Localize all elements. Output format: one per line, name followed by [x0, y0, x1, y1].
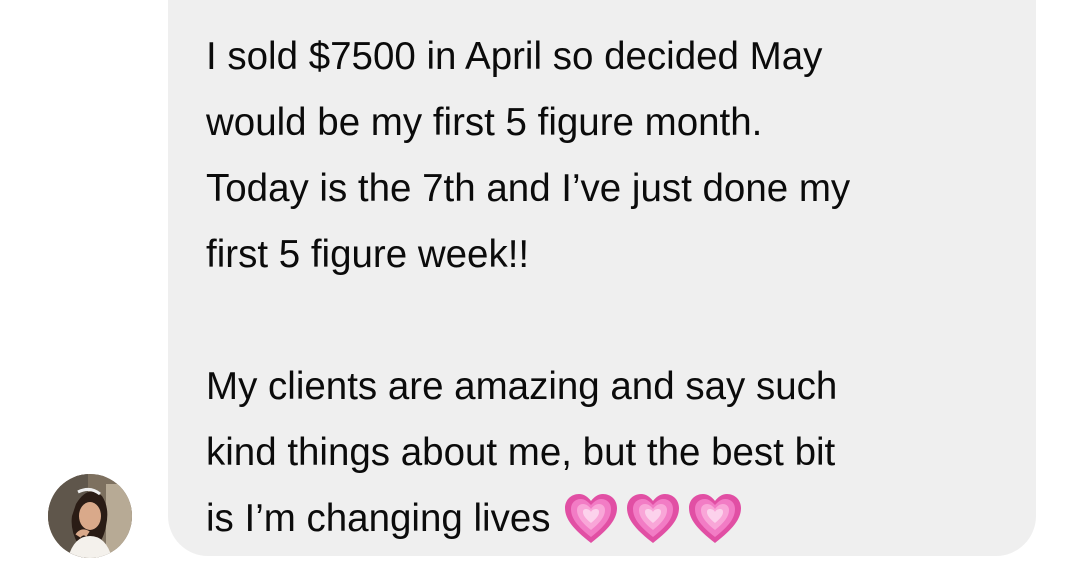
message-line-6: kind things about me, but the best bit: [206, 431, 836, 474]
chat-thread: I sold $7500 in April so decided May wou…: [0, 0, 1080, 580]
growing-heart-icon: [563, 493, 619, 545]
message-line-3: Today is the 7th and I’ve just done my: [206, 167, 851, 210]
avatar-photo-icon: [48, 474, 132, 558]
message-line-2: would be my first 5 figure month.: [206, 101, 763, 144]
avatar[interactable]: [48, 474, 132, 558]
message-line-7-text: is I’m changing lives: [206, 497, 551, 540]
message-line-4: first 5 figure week!!: [206, 233, 530, 276]
emoji-group: [563, 484, 749, 550]
message-line-1: I sold $7500 in April so decided May: [206, 35, 823, 78]
message-line-7: is I’m changing lives: [206, 486, 996, 552]
message-line-5: My clients are amazing and say such: [206, 365, 838, 408]
growing-heart-icon: [687, 493, 743, 545]
growing-heart-icon: [625, 493, 681, 545]
paragraph-break: [206, 288, 996, 354]
message-bubble[interactable]: I sold $7500 in April so decided May wou…: [168, 0, 1036, 556]
